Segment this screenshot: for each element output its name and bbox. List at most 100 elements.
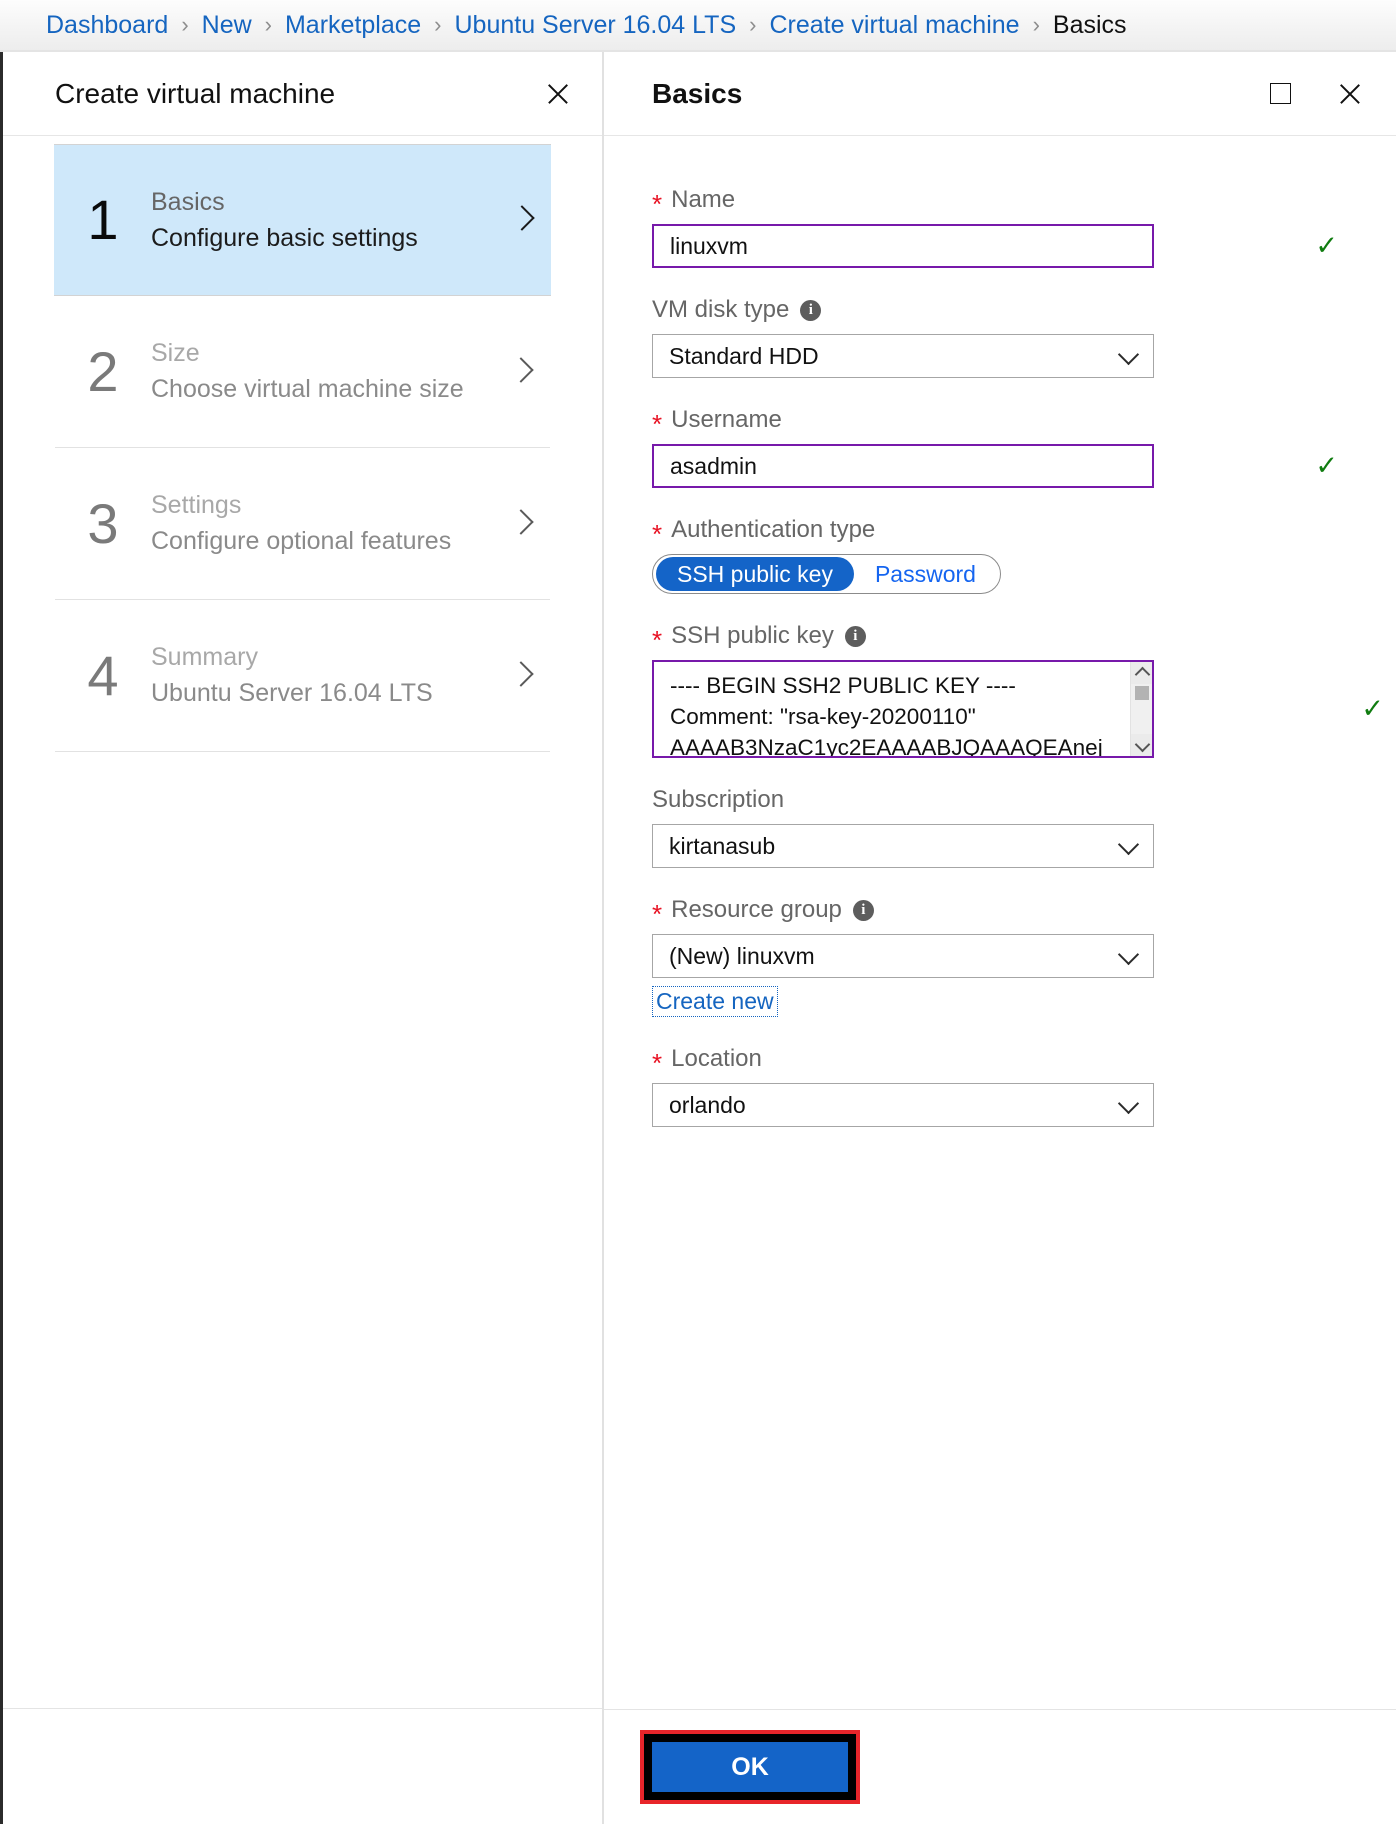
breadcrumb-item-create-virtual-machine[interactable]: Create virtual machine	[769, 11, 1019, 40]
info-icon[interactable]: i	[844, 625, 866, 647]
info-icon[interactable]: i	[852, 899, 874, 921]
label-text: Subscription	[652, 786, 785, 813]
left-blade-header: Create virtual machine	[3, 52, 602, 136]
basics-title: Basics	[652, 77, 743, 109]
breadcrumb-separator: ›	[434, 12, 442, 37]
breadcrumb-item-dashboard[interactable]: Dashboard	[46, 11, 168, 40]
subscription-select[interactable]: kirtanasub	[652, 824, 1154, 868]
field-label-username: * Username	[652, 404, 1352, 439]
step-text: Settings Configure optional features	[151, 491, 504, 556]
chevron-right-icon	[505, 203, 539, 237]
ssh-public-key-textarea-wrapper: ---- BEGIN SSH2 PUBLIC KEY ---- Comment:…	[652, 660, 1154, 758]
maximize-blade-button[interactable]	[1258, 72, 1302, 116]
scrollbar-thumb[interactable]	[1134, 686, 1149, 700]
resource-group-value: (New) linuxvm	[669, 942, 815, 969]
required-asterisk: *	[652, 899, 663, 929]
auth-option-password[interactable]: Password	[854, 557, 997, 591]
resource-group-select[interactable]: (New) linuxvm	[652, 934, 1154, 978]
breadcrumb-separator: ›	[749, 12, 757, 37]
username-control: asadmin ✓	[652, 444, 1352, 488]
required-asterisk: *	[652, 1048, 663, 1078]
page-title: Create virtual machine	[55, 77, 336, 109]
location-select[interactable]: orlando	[652, 1083, 1154, 1127]
field-vm-disk-type: VM disk type i Standard HDD	[652, 294, 1352, 378]
required-asterisk: *	[652, 625, 663, 655]
username-input[interactable]: asadmin	[652, 444, 1154, 488]
basics-blade: Basics * Name linuxvm ✓ VM disk type i S…	[604, 52, 1396, 1824]
breadcrumb-item-ubuntu-server[interactable]: Ubuntu Server 16.04 LTS	[454, 11, 736, 40]
scroll-up-arrow-icon[interactable]	[1130, 662, 1152, 684]
label-text: Name	[671, 186, 736, 213]
chevron-right-icon	[504, 355, 538, 389]
label-text: VM disk type	[652, 296, 790, 323]
authentication-type-toggle: SSH public key Password	[652, 554, 1001, 594]
step-subtitle: Ubuntu Server 16.04 LTS	[151, 679, 433, 707]
field-subscription: Subscription kirtanasub	[652, 784, 1352, 868]
info-icon[interactable]: i	[800, 299, 822, 321]
step-subtitle: Choose virtual machine size	[151, 375, 464, 403]
textarea-scrollbar[interactable]	[1130, 662, 1152, 756]
chevron-down-icon	[1119, 946, 1139, 966]
label-text: Location	[671, 1045, 762, 1072]
step-subtitle: Configure optional features	[151, 527, 452, 555]
scroll-down-arrow-icon[interactable]	[1130, 734, 1152, 756]
label-text: Authentication type	[671, 516, 876, 543]
blade-container: Create virtual machine 1 Basics Configur…	[0, 52, 1396, 1824]
chevron-down-icon	[1119, 836, 1139, 856]
field-username: * Username asadmin ✓	[652, 404, 1352, 488]
name-input[interactable]: linuxvm	[652, 224, 1154, 268]
step-text: Size Choose virtual machine size	[151, 339, 504, 404]
breadcrumb-separator: ›	[181, 12, 189, 37]
name-control: linuxvm ✓	[652, 224, 1352, 268]
label-text: Resource group	[671, 896, 842, 923]
step-title: Summary	[151, 643, 258, 671]
create-virtual-machine-blade: Create virtual machine 1 Basics Configur…	[0, 52, 604, 1824]
auth-option-ssh-public-key[interactable]: SSH public key	[656, 557, 854, 591]
field-ssh-public-key: * SSH public key i ---- BEGIN SSH2 PUBLI…	[652, 620, 1384, 758]
wizard-step-summary[interactable]: 4 Summary Ubuntu Server 16.04 LTS	[55, 600, 550, 752]
breadcrumb: Dashboard › New › Marketplace › Ubuntu S…	[0, 0, 1396, 52]
breadcrumb-item-marketplace[interactable]: Marketplace	[285, 11, 421, 40]
ssh-public-key-textarea[interactable]: ---- BEGIN SSH2 PUBLIC KEY ---- Comment:…	[654, 662, 1130, 756]
step-title: Size	[151, 339, 200, 367]
chevron-right-icon	[504, 507, 538, 541]
breadcrumb-item-basics: Basics	[1052, 10, 1127, 39]
step-number: 2	[87, 339, 119, 403]
wizard-step-settings[interactable]: 3 Settings Configure optional features	[55, 448, 550, 600]
field-authentication-type: * Authentication type SSH public key Pas…	[652, 514, 1352, 594]
step-number: 4	[87, 643, 119, 707]
breadcrumb-separator: ›	[264, 12, 272, 37]
vm-disk-type-value: Standard HDD	[669, 342, 819, 369]
field-location: * Location orlando	[652, 1043, 1352, 1127]
location-value: orlando	[669, 1091, 746, 1118]
field-label-vm-disk-type: VM disk type i	[652, 294, 1352, 326]
breadcrumb-separator: ›	[1032, 12, 1040, 37]
subscription-value: kirtanasub	[669, 832, 776, 859]
step-number: 3	[87, 491, 119, 555]
wizard-step-basics[interactable]: 1 Basics Configure basic settings	[54, 144, 551, 296]
wizard-step-list: 1 Basics Configure basic settings 2 Size…	[3, 136, 602, 752]
breadcrumb-item-new[interactable]: New	[202, 11, 252, 40]
step-text: Summary Ubuntu Server 16.04 LTS	[151, 643, 504, 708]
close-blade-button[interactable]	[536, 72, 580, 116]
close-icon	[545, 81, 571, 107]
step-title: Basics	[151, 187, 225, 216]
field-label-resource-group: * Resource group i	[652, 894, 1352, 929]
close-basics-button[interactable]	[1328, 72, 1372, 116]
field-label-name: * Name	[652, 184, 1352, 217]
label-text: SSH public key	[671, 622, 834, 649]
vm-disk-type-select[interactable]: Standard HDD	[652, 334, 1154, 378]
create-new-resource-group-link[interactable]: Create new	[652, 986, 778, 1017]
step-number: 1	[87, 188, 119, 251]
field-resource-group: * Resource group i (New) linuxvm Create …	[652, 894, 1352, 1017]
maximize-icon	[1269, 83, 1291, 104]
chevron-down-icon	[1119, 1095, 1139, 1115]
right-blade-header: Basics	[604, 52, 1396, 136]
required-asterisk: *	[652, 409, 663, 439]
ok-button[interactable]: OK	[652, 1742, 848, 1792]
label-text: Username	[671, 406, 782, 433]
chevron-right-icon	[504, 659, 538, 693]
header-actions	[1258, 72, 1372, 116]
wizard-step-size[interactable]: 2 Size Choose virtual machine size	[55, 296, 550, 448]
required-asterisk: *	[652, 519, 663, 549]
